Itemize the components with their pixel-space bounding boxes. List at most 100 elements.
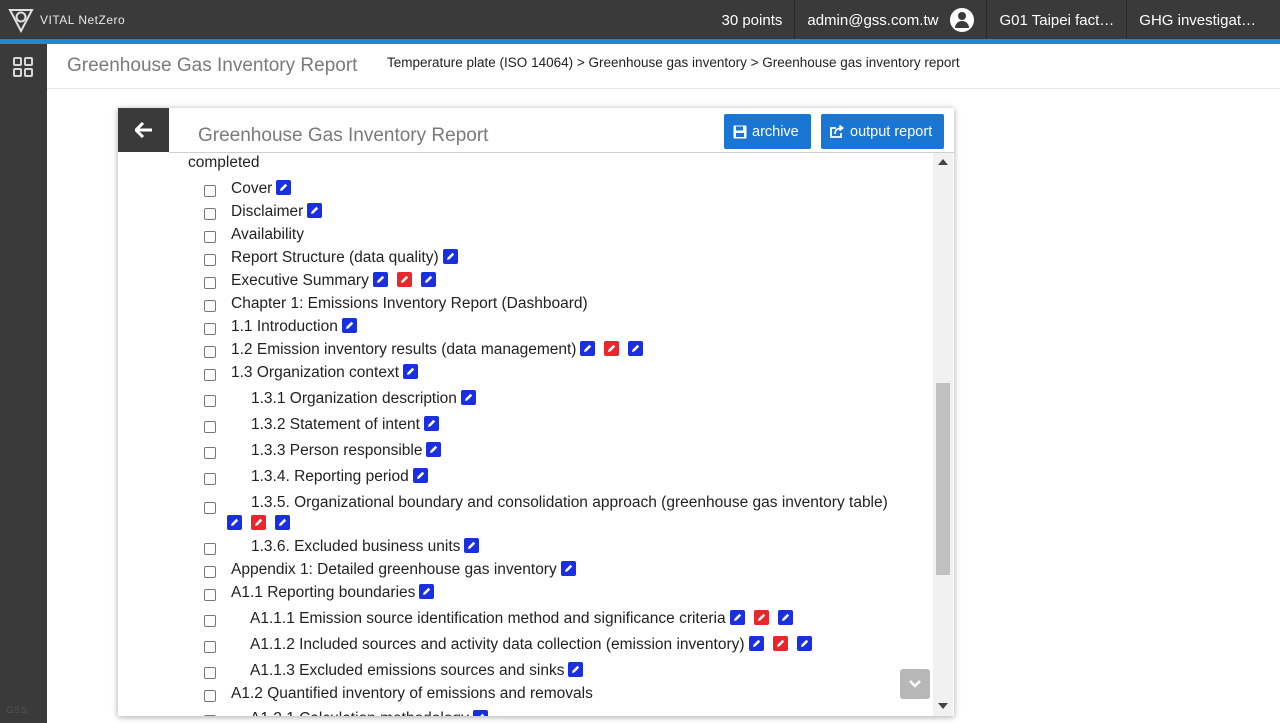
section-checkbox[interactable] <box>204 208 216 220</box>
points-label: 30 points <box>721 11 783 29</box>
section-checkbox[interactable] <box>204 566 216 578</box>
section-label-group: A1.1 Reporting boundaries <box>231 584 435 602</box>
edit-blue-icon[interactable] <box>307 203 323 219</box>
section-edit-actions <box>420 416 439 434</box>
edit-blue-icon[interactable] <box>796 636 812 652</box>
section-checkbox[interactable] <box>204 502 216 514</box>
edit-blue-icon[interactable] <box>227 515 242 531</box>
section-checkbox[interactable] <box>204 543 216 555</box>
section-label-group: Cover <box>231 180 292 198</box>
edit-red-icon[interactable] <box>604 341 620 357</box>
edit-blue-icon[interactable] <box>472 710 488 716</box>
section-checkbox[interactable] <box>204 690 216 702</box>
app-logo[interactable]: VITAL NetZero <box>8 7 125 33</box>
edit-blue-icon[interactable] <box>748 636 764 652</box>
report-section-list[interactable]: completed Cover Disclaimer Availability Rep… <box>169 153 954 716</box>
edit-blue-icon[interactable] <box>423 416 439 432</box>
scrollbar-thumb[interactable] <box>936 383 950 575</box>
edit-blue-icon[interactable] <box>460 390 476 406</box>
section-label: A1.1.2 Included sources and activity dat… <box>250 636 745 653</box>
edit-blue-icon[interactable] <box>341 318 357 334</box>
edit-blue-icon[interactable] <box>419 584 435 600</box>
investigation-label: GHG investigat… <box>1139 11 1256 29</box>
section-checkbox[interactable] <box>204 641 216 653</box>
edit-blue-icon[interactable] <box>275 515 290 531</box>
section-edit-actions-wrap <box>227 515 290 533</box>
factory-selector[interactable]: G01 Taipei fact… <box>987 0 1126 40</box>
edit-blue-icon[interactable] <box>580 341 596 357</box>
dialog-title: Greenhouse Gas Inventory Report <box>198 125 489 146</box>
section-label: A1.2 Quantified inventory of emissions a… <box>231 685 593 702</box>
section-checkbox[interactable] <box>204 346 216 358</box>
edit-blue-icon[interactable] <box>560 561 576 577</box>
section-label: Availability <box>231 226 304 243</box>
section-checkbox[interactable] <box>204 715 216 716</box>
section-checkbox[interactable] <box>204 395 216 407</box>
section-label: 1.3.4. Reporting period <box>251 468 409 485</box>
section-label: 1.3.1 Organization description <box>251 390 457 407</box>
section-edit-actions <box>415 584 435 602</box>
section-checkbox[interactable] <box>204 473 216 485</box>
edit-blue-icon[interactable] <box>442 249 458 265</box>
section-checkbox[interactable] <box>204 231 216 243</box>
archive-button[interactable]: archive <box>724 114 811 149</box>
section-checkbox[interactable] <box>204 615 216 627</box>
edit-blue-icon[interactable] <box>729 610 745 626</box>
section-label-group: Appendix 1: Detailed greenhouse gas inve… <box>231 561 576 579</box>
section-label-group: 1.3.2 Statement of intent <box>251 416 439 434</box>
section-checkbox[interactable] <box>204 185 216 197</box>
section-edit-actions <box>745 636 812 654</box>
scroll-down-arrow-icon[interactable] <box>938 703 948 709</box>
edit-blue-icon[interactable] <box>777 610 793 626</box>
logo-text: VITAL NetZero <box>40 13 126 27</box>
section-checkbox[interactable] <box>204 300 216 312</box>
output-report-button[interactable]: output report <box>821 114 944 149</box>
save-icon <box>733 125 747 138</box>
edit-red-icon[interactable] <box>251 515 266 531</box>
section-edit-actions <box>469 710 488 716</box>
section-label-group: 1.3.1 Organization description <box>251 390 476 408</box>
export-icon <box>830 125 844 138</box>
edit-red-icon[interactable] <box>772 636 788 652</box>
section-checkbox[interactable] <box>204 277 216 289</box>
section-edit-actions <box>369 272 436 290</box>
apps-grid-icon[interactable] <box>13 57 33 77</box>
section-checkbox[interactable] <box>204 667 216 679</box>
section-label-group: 1.3.3 Person responsible <box>251 442 442 460</box>
section-checkbox[interactable] <box>204 447 216 459</box>
edit-blue-icon[interactable] <box>568 662 584 678</box>
section-label-group: Executive Summary <box>231 272 436 290</box>
edit-blue-icon[interactable] <box>426 442 442 458</box>
section-edit-actions <box>399 364 419 382</box>
investigation-selector[interactable]: GHG investigat… <box>1127 0 1280 40</box>
archive-label: archive <box>752 123 799 140</box>
user-menu[interactable]: admin@gss.com.tw <box>795 0 986 40</box>
edit-blue-icon[interactable] <box>464 538 480 554</box>
section-label-group: A1.2 Quantified inventory of emissions a… <box>231 685 593 703</box>
section-checkbox[interactable] <box>204 369 216 381</box>
vital-logo-icon <box>8 9 34 33</box>
section-checkbox[interactable] <box>204 589 216 601</box>
edit-red-icon[interactable] <box>753 610 769 626</box>
section-edit-actions <box>272 180 292 198</box>
points-display[interactable]: 30 points <box>709 0 794 40</box>
section-label: A1.2.1 Calculation methodology <box>250 710 469 716</box>
back-button[interactable] <box>118 108 169 152</box>
scroll-to-bottom-button[interactable] <box>900 669 930 699</box>
edit-blue-icon[interactable] <box>403 364 419 380</box>
edit-blue-icon[interactable] <box>420 272 436 288</box>
section-checkbox[interactable] <box>204 421 216 433</box>
section-label: 1.3 Organization context <box>231 364 400 381</box>
section-checkbox[interactable] <box>204 254 216 266</box>
edit-blue-icon[interactable] <box>412 468 428 484</box>
edit-blue-icon[interactable] <box>628 341 644 357</box>
section-label-group: 1.1 Introduction <box>231 318 357 336</box>
edit-red-icon[interactable] <box>396 272 412 288</box>
edit-blue-icon[interactable] <box>372 272 388 288</box>
scroll-up-arrow-icon[interactable] <box>938 159 948 165</box>
vertical-scrollbar[interactable] <box>933 153 953 716</box>
page-header: Greenhouse Gas Inventory Report Temperat… <box>47 44 1280 89</box>
edit-blue-icon[interactable] <box>276 180 292 196</box>
section-checkbox[interactable] <box>204 323 216 335</box>
section-label: 1.3.3 Person responsible <box>251 442 423 459</box>
